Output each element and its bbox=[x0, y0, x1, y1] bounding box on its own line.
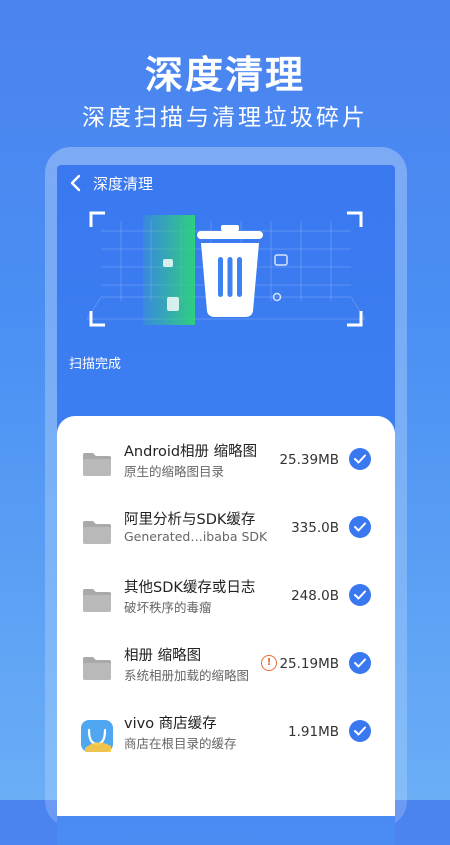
folder-icon bbox=[81, 516, 113, 548]
results-list: Android相册 缩略图 原生的缩略图目录 25.39MB 阿里分析与SDK缓… bbox=[57, 416, 395, 816]
item-size: 1.91MB bbox=[288, 724, 339, 740]
vivo-store-icon bbox=[81, 720, 113, 752]
scan-status: 扫描完成 bbox=[69, 357, 122, 372]
item-description: 原生的缩略图目录 bbox=[124, 464, 225, 479]
top-bar: 深度清理 bbox=[57, 165, 395, 201]
folder-icon bbox=[81, 652, 113, 684]
item-description: Generated…ibaba SDK bbox=[124, 529, 268, 544]
chevron-left-icon[interactable] bbox=[69, 174, 85, 192]
scan-illustration bbox=[86, 211, 366, 329]
list-item[interactable]: 其他SDK缓存或日志 破坏秩序的毒瘤 248.0B bbox=[57, 572, 395, 628]
item-size: 335.0B bbox=[291, 520, 339, 536]
check-icon[interactable] bbox=[349, 448, 371, 470]
item-description: 商店在根目录的缓存 bbox=[124, 736, 237, 751]
item-size: 25.19MB bbox=[279, 656, 339, 672]
list-item[interactable]: 相册 缩略图 系统相册加载的缩略图 ! 25.19MB bbox=[57, 640, 395, 696]
item-description: 破坏秩序的毒瘤 bbox=[124, 600, 212, 615]
screen-title: 深度清理 bbox=[93, 175, 154, 193]
hero-subtitle: 深度扫描与清理垃圾碎片 bbox=[82, 105, 368, 131]
item-title: vivo 商店缓存 bbox=[124, 716, 217, 732]
check-icon[interactable] bbox=[349, 720, 371, 742]
item-description: 系统相册加载的缩略图 bbox=[124, 668, 250, 683]
warning-icon[interactable]: ! bbox=[261, 655, 277, 671]
check-icon[interactable] bbox=[349, 584, 371, 606]
check-icon[interactable] bbox=[349, 652, 371, 674]
item-title: Android相册 缩略图 bbox=[124, 444, 258, 460]
check-icon[interactable] bbox=[349, 516, 371, 538]
list-item[interactable]: 阿里分析与SDK缓存 Generated…ibaba SDK 335.0B bbox=[57, 504, 395, 560]
hero-title: 深度清理 bbox=[144, 53, 305, 97]
item-title: 相册 缩略图 bbox=[124, 648, 202, 664]
item-title: 其他SDK缓存或日志 bbox=[124, 580, 256, 596]
item-size: 248.0B bbox=[291, 588, 339, 604]
list-item[interactable]: Android相册 缩略图 原生的缩略图目录 25.39MB bbox=[57, 436, 395, 492]
folder-icon bbox=[81, 584, 113, 616]
folder-icon bbox=[81, 448, 113, 480]
list-item[interactable]: vivo 商店缓存 商店在根目录的缓存 1.91MB bbox=[57, 708, 395, 764]
item-title: 阿里分析与SDK缓存 bbox=[124, 512, 256, 528]
item-size: 25.39MB bbox=[279, 452, 339, 468]
